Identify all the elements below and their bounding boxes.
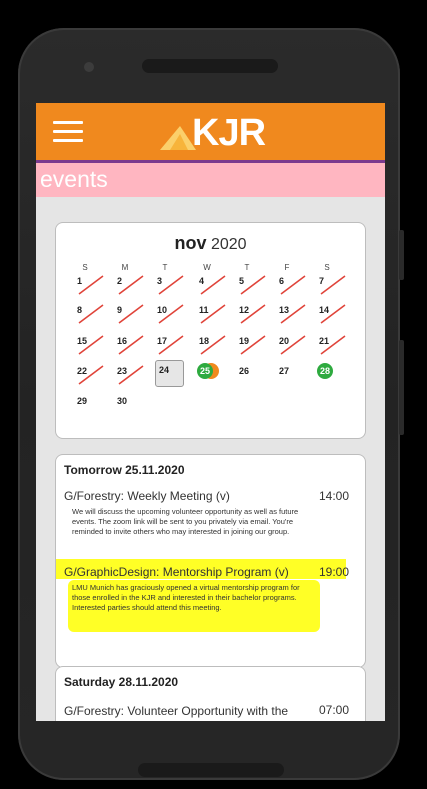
calendar-day[interactable]: 19 (237, 333, 267, 355)
day-card: Tomorrow 25.11.2020 G/Forestry: Weekly M… (55, 454, 366, 668)
event-title[interactable]: G/GraphicDesign: Mentorship Program (v) (64, 565, 289, 579)
calendar-day[interactable]: 28 (317, 363, 347, 383)
past-day-strike (158, 335, 184, 355)
volume-button (399, 230, 404, 280)
calendar-day[interactable]: 10 (155, 302, 185, 324)
calendar-day[interactable]: 8 (75, 302, 105, 324)
past-day-strike (280, 275, 306, 295)
camera (84, 62, 94, 72)
past-day-strike (118, 335, 144, 355)
calendar-title: nov 2020 (56, 233, 365, 254)
day-card: Saturday 28.11.2020 G/Forestry: Voluntee… (55, 666, 366, 721)
power-button (399, 340, 404, 435)
past-day-strike (78, 275, 104, 295)
past-day-strike (320, 304, 346, 324)
event-description: We will discuss the upcoming volunteer o… (72, 507, 299, 536)
past-day-strike (200, 304, 226, 324)
weekday-label: S (82, 263, 88, 272)
past-day-strike (118, 275, 144, 295)
calendar-day[interactable]: 21 (317, 333, 347, 355)
past-day-strike (78, 335, 104, 355)
calendar-day[interactable]: 13 (277, 302, 307, 324)
past-day-strike (78, 304, 104, 324)
calendar-day[interactable]: 1 (75, 273, 105, 295)
calendar-day[interactable]: 4 (197, 273, 227, 295)
calendar-day[interactable]: 26 (237, 363, 267, 383)
past-day-strike (200, 275, 226, 295)
past-day-strike (240, 335, 266, 355)
calendar-day[interactable]: 25 (197, 363, 227, 383)
past-day-strike (200, 335, 226, 355)
weekday-label: W (203, 263, 211, 272)
past-day-strike (240, 304, 266, 324)
event-time: 19:00 (318, 565, 349, 579)
past-day-strike (158, 304, 184, 324)
event-time: 14:00 (318, 489, 349, 503)
speaker-grille (142, 59, 278, 73)
calendar-day[interactable]: 12 (237, 302, 267, 324)
calendar-day[interactable]: 24 (155, 360, 184, 387)
calendar-day[interactable]: 18 (197, 333, 227, 355)
calendar-day[interactable]: 22 (75, 363, 105, 385)
calendar-day[interactable]: 11 (197, 302, 227, 324)
past-day-strike (78, 365, 104, 385)
calendar-day[interactable]: 2 (115, 273, 145, 295)
calendar-day[interactable]: 15 (75, 333, 105, 355)
calendar-day[interactable]: 23 (115, 363, 145, 385)
day-heading: Tomorrow 25.11.2020 (64, 463, 185, 477)
day-heading: Saturday 28.11.2020 (64, 675, 179, 689)
calendar-day[interactable]: 7 (317, 273, 347, 295)
weekday-label: F (284, 263, 290, 272)
app-screen: KJR events nov 2020 S M T W T F S 1 2 3 4 5 6 7 8 9 10 11… (36, 103, 385, 721)
event-description: LMU Munich has graciously opened a virtu… (72, 583, 300, 612)
home-bar (138, 763, 284, 777)
page-title: events (40, 166, 108, 192)
past-day-strike (320, 335, 346, 355)
past-day-strike (118, 365, 144, 385)
calendar-day[interactable]: 6 (277, 273, 307, 295)
weekday-label: S (324, 263, 330, 272)
mountain-icon (160, 126, 196, 150)
calendar-day[interactable]: 5 (237, 273, 267, 295)
calendar-day[interactable]: 3 (155, 273, 185, 295)
logo-text: KJR (192, 112, 266, 154)
weekday-label: T (162, 263, 168, 272)
calendar-day[interactable]: 9 (115, 302, 145, 324)
past-day-strike (320, 275, 346, 295)
event-title[interactable]: G/Forestry: Weekly Meeting (v) (64, 489, 230, 503)
event-title[interactable]: G/Forestry: Volunteer Opportunity with t… (64, 703, 294, 721)
calendar-month: nov (174, 233, 207, 253)
past-day-strike (280, 304, 306, 324)
weekday-label: T (244, 263, 250, 272)
calendar-day[interactable]: 20 (277, 333, 307, 355)
menu-icon[interactable] (53, 121, 83, 143)
weekday-label: M (121, 263, 129, 272)
calendar-day[interactable]: 27 (277, 363, 307, 383)
calendar-day[interactable]: 14 (317, 302, 347, 324)
past-day-strike (280, 335, 306, 355)
event-time: 07:00 (318, 703, 349, 717)
calendar-year: 2020 (210, 236, 247, 253)
calendar-day[interactable]: 16 (115, 333, 145, 355)
calendar-day[interactable]: 17 (155, 333, 185, 355)
calendar-day[interactable]: 29 (75, 393, 105, 413)
calendar-day[interactable]: 30 (115, 393, 145, 413)
app-header: KJR (36, 103, 385, 163)
past-day-strike (158, 275, 184, 295)
past-day-strike (240, 275, 266, 295)
page-title-bar: events (36, 163, 385, 197)
past-day-strike (118, 304, 144, 324)
calendar-card: nov 2020 S M T W T F S 1 2 3 4 5 6 7 8 9 10 11 12 13 14 15 16 1… (55, 222, 366, 439)
